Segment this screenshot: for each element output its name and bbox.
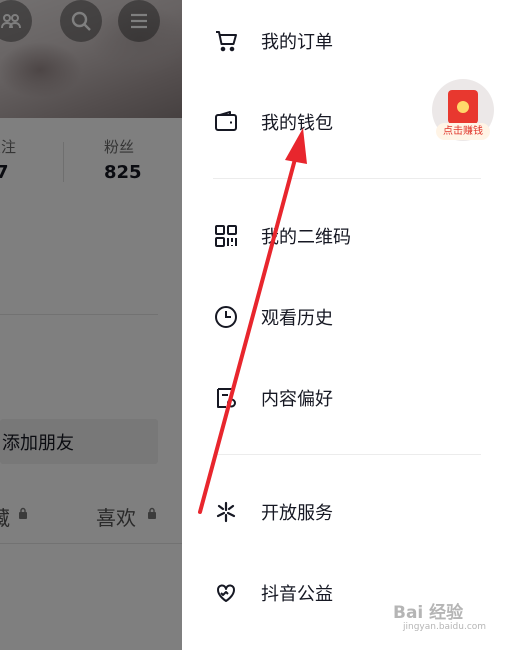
menu-item-history[interactable]: 观看历史 — [182, 289, 505, 345]
menu-item-open-service[interactable]: 开放服务 — [182, 484, 505, 540]
menu-item-label: 我的钱包 — [261, 113, 333, 134]
menu-item-label: 抖音公益 — [261, 584, 333, 605]
wallet-icon — [213, 109, 239, 135]
menu-item-label: 内容偏好 — [261, 389, 333, 410]
menu-item-label: 我的订单 — [261, 32, 333, 53]
menu-item-label: 我的二维码 — [261, 227, 351, 248]
watermark: Bai 经验 jingyan.baidu.com — [393, 598, 503, 638]
clock-icon — [213, 304, 239, 330]
profile-page: 关注 7 粉丝 825 添加朋友 藏 喜欢 — [0, 0, 182, 650]
preference-icon — [213, 385, 239, 411]
menu-item-orders[interactable]: 我的订单 — [182, 13, 505, 69]
open-service-icon — [213, 499, 239, 525]
coin-icon — [457, 101, 469, 113]
menu-divider — [213, 178, 481, 179]
menu-item-qrcode[interactable]: 我的二维码 — [182, 208, 505, 264]
menu-item-preferences[interactable]: 内容偏好 — [182, 370, 505, 426]
watermark-text: Bai 经验 — [393, 603, 464, 623]
watermark-url: jingyan.baidu.com — [403, 622, 487, 632]
earn-money-label: 点击赚钱 — [436, 123, 490, 140]
menu-item-label: 观看历史 — [261, 308, 333, 329]
earn-money-badge[interactable]: 点击赚钱 — [432, 79, 494, 141]
charity-icon — [213, 580, 239, 606]
qrcode-icon — [213, 223, 239, 249]
menu-item-label: 开放服务 — [261, 503, 333, 524]
cart-icon — [213, 28, 239, 54]
dim-overlay[interactable] — [0, 0, 182, 650]
red-packet-icon — [448, 90, 478, 124]
menu-divider — [213, 454, 481, 455]
